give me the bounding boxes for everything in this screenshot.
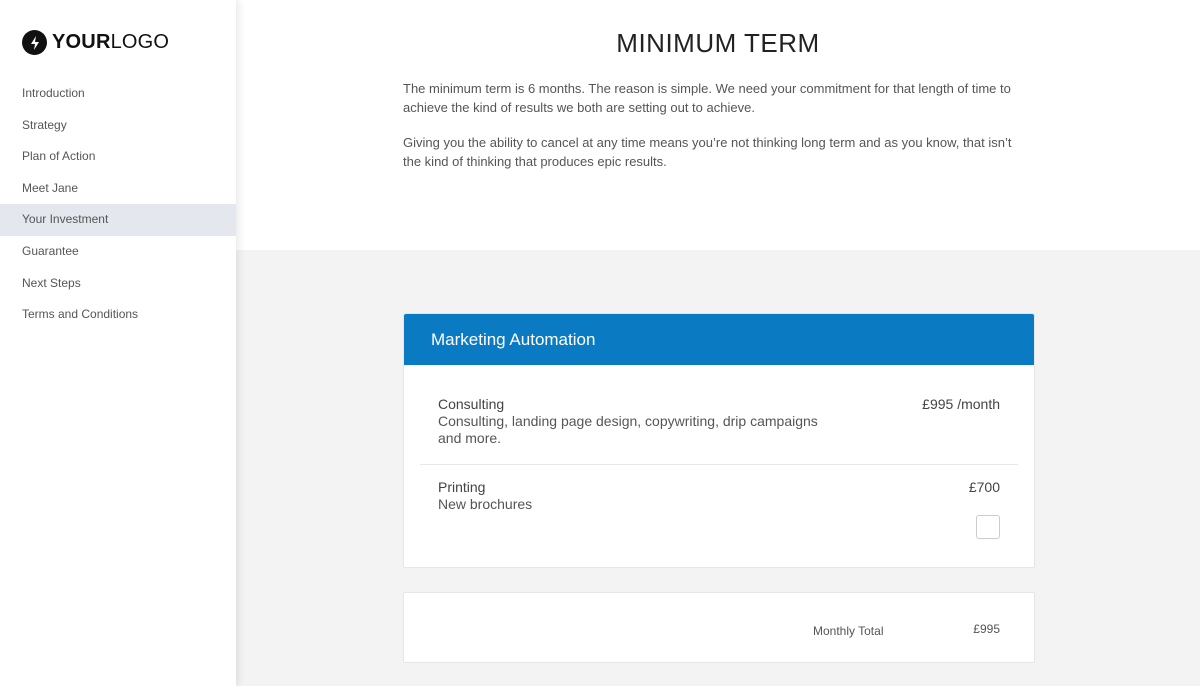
sidebar-item-guarantee[interactable]: Guarantee [0,236,236,268]
logo-text: YOURLOGO [52,31,169,54]
logo-text-light: LOGO [110,31,170,53]
sidebar-item-your-investment[interactable]: Your Investment [0,204,236,236]
item-name: Consulting [438,396,505,412]
paragraph-minimum-term: The minimum term is 6 months. The reason… [403,81,1011,115]
monthly-total-label: Monthly Total [813,624,884,638]
logo-text-bold: YOUR [52,31,111,53]
sidebar-item-introduction[interactable]: Introduction [0,78,236,110]
sidebar-item-plan-of-action[interactable]: Plan of Action [0,141,236,173]
sidebar-item-next-steps[interactable]: Next Steps [0,268,236,300]
item-description: New brochures [438,496,533,512]
printing-optional-checkbox[interactable] [976,515,1000,539]
item-name: Printing [438,479,486,495]
page-title: MINIMUM TERM [616,28,820,58]
sidebar: YOURLOGO Introduction Strategy Plan of A… [0,0,236,686]
lightning-bolt-icon [22,30,47,55]
item-price: £995 /month [922,396,1000,412]
minimum-term-section: MINIMUM TERM The minimum term is 6 month… [236,0,1200,250]
logo[interactable]: YOURLOGO [22,30,169,55]
sidebar-item-terms-and-conditions[interactable]: Terms and Conditions [0,299,236,331]
pricing-card: Marketing Automation Consulting Consulti… [403,313,1035,568]
item-divider [420,464,1018,465]
pricing-item-printing: Printing New brochures £700 [438,479,1000,513]
monthly-total-value: £995 [973,622,1000,636]
item-price: £700 [968,479,1000,495]
sidebar-nav: Introduction Strategy Plan of Action Mee… [0,78,236,331]
sidebar-item-meet-jane[interactable]: Meet Jane [0,173,236,205]
total-card: Monthly Total £995 [403,592,1035,663]
sidebar-item-strategy[interactable]: Strategy [0,110,236,142]
pricing-item-consulting: Consulting Consulting, landing page desi… [438,396,1000,447]
paragraph-cancel: Giving you the ability to cancel at any … [403,135,1012,169]
pricing-card-header: Marketing Automation [404,314,1034,365]
item-description: Consulting, landing page design, copywri… [438,413,818,446]
